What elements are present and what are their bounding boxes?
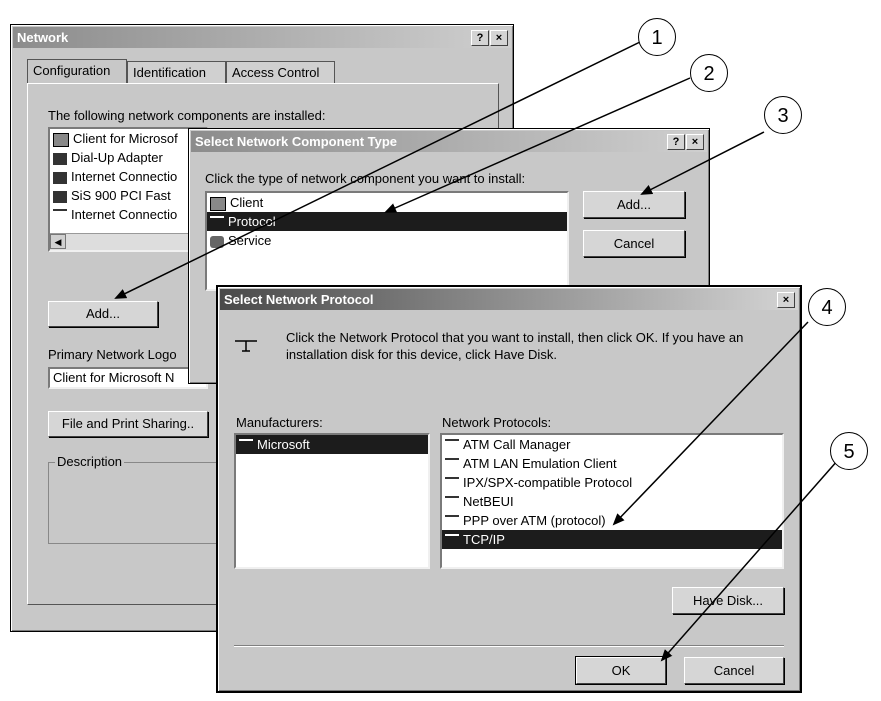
protocol-icon (445, 514, 459, 529)
adapter-icon (53, 190, 67, 203)
list-item-client[interactable]: Client (207, 193, 567, 212)
cancel-button[interactable]: Cancel (684, 657, 784, 684)
manufacturers-label: Manufacturers: (236, 415, 323, 430)
protocol-icon (239, 438, 253, 453)
list-item[interactable]: ATM Call Manager (442, 435, 782, 454)
component-type-title: Select Network Component Type (195, 134, 398, 149)
component-type-titlebar: Select Network Component Type ? × (191, 131, 707, 152)
list-item[interactable]: IPX/SPX-compatible Protocol (442, 473, 782, 492)
ok-button[interactable]: OK (575, 656, 667, 685)
protocol-titlebar: Select Network Protocol × (220, 289, 798, 310)
callout-5: 5 (830, 432, 868, 470)
callout-2: 2 (690, 54, 728, 92)
protocol-instructions: Click the Network Protocol that you want… (286, 330, 744, 362)
protocols-label: Network Protocols: (442, 415, 552, 430)
network-title: Network (17, 30, 69, 45)
protocol-icon (53, 208, 67, 223)
horizontal-scrollbar[interactable]: ◀ (50, 233, 206, 250)
have-disk-button[interactable]: Have Disk... (672, 587, 784, 614)
protocol-title: Select Network Protocol (224, 292, 374, 307)
components-list[interactable]: Client for Microsof Dial-Up Adapter Inte… (48, 127, 208, 252)
service-icon (210, 235, 224, 248)
protocol-icon (445, 457, 459, 472)
tab-configuration[interactable]: Configuration (27, 59, 127, 83)
adapter-icon (53, 152, 67, 165)
close-button[interactable]: × (686, 134, 704, 150)
tab-access-control[interactable]: Access Control (226, 61, 335, 83)
file-print-sharing-button[interactable]: File and Print Sharing.. (48, 411, 208, 437)
logon-value: Client for Microsoft N (53, 370, 175, 385)
network-protocol-icon (234, 337, 258, 353)
help-button[interactable]: ? (471, 30, 489, 46)
list-item[interactable]: PPP over ATM (protocol) (442, 511, 782, 530)
component-type-prompt: Click the type of network component you … (205, 171, 526, 186)
close-button[interactable]: × (490, 30, 508, 46)
callout-4: 4 (808, 288, 846, 326)
protocol-icon (210, 215, 224, 230)
list-item-microsoft[interactable]: Microsoft (236, 435, 428, 454)
list-item[interactable]: Internet Connectio (50, 167, 206, 186)
protocol-icon (445, 476, 459, 491)
list-item[interactable]: NetBEUI (442, 492, 782, 511)
help-button[interactable]: ? (667, 134, 685, 150)
protocol-icon (445, 438, 459, 453)
logon-select[interactable]: Client for Microsoft N (48, 367, 208, 389)
close-button[interactable]: × (777, 292, 795, 308)
list-item-tcpip[interactable]: TCP/IP (442, 530, 782, 549)
scroll-left-arrow-icon[interactable]: ◀ (50, 234, 66, 249)
tab-identification[interactable]: Identification (127, 61, 226, 83)
adapter-icon (53, 171, 67, 184)
description-label: Description (55, 454, 125, 469)
list-item[interactable]: SiS 900 PCI Fast (50, 186, 206, 205)
client-icon (210, 196, 226, 211)
cancel-button[interactable]: Cancel (583, 230, 685, 257)
protocols-list[interactable]: ATM Call Manager ATM LAN Emulation Clien… (440, 433, 784, 569)
callout-1: 1 (638, 18, 676, 56)
logon-label: Primary Network Logo (48, 347, 177, 362)
component-type-list[interactable]: Client Protocol Service (205, 191, 569, 291)
callout-3: 3 (764, 96, 802, 134)
protocol-icon (445, 495, 459, 510)
list-item[interactable]: ATM LAN Emulation Client (442, 454, 782, 473)
list-item[interactable]: Dial-Up Adapter (50, 148, 206, 167)
computer-icon (53, 132, 69, 147)
tab-strip: Configuration Identification Access Cont… (27, 59, 497, 83)
components-label: The following network components are ins… (48, 108, 326, 123)
add-button[interactable]: Add... (48, 301, 158, 327)
separator (234, 645, 784, 647)
protocol-icon (445, 533, 459, 548)
list-item[interactable]: Internet Connectio (50, 205, 206, 224)
list-item[interactable]: Client for Microsof (50, 129, 206, 148)
manufacturers-list[interactable]: Microsoft (234, 433, 430, 569)
list-item-protocol[interactable]: Protocol (207, 212, 567, 231)
list-item-service[interactable]: Service (207, 231, 567, 250)
network-titlebar: Network ? × (13, 27, 511, 48)
add-button[interactable]: Add... (583, 191, 685, 218)
protocol-window: Select Network Protocol × Click the Netw… (216, 285, 802, 693)
